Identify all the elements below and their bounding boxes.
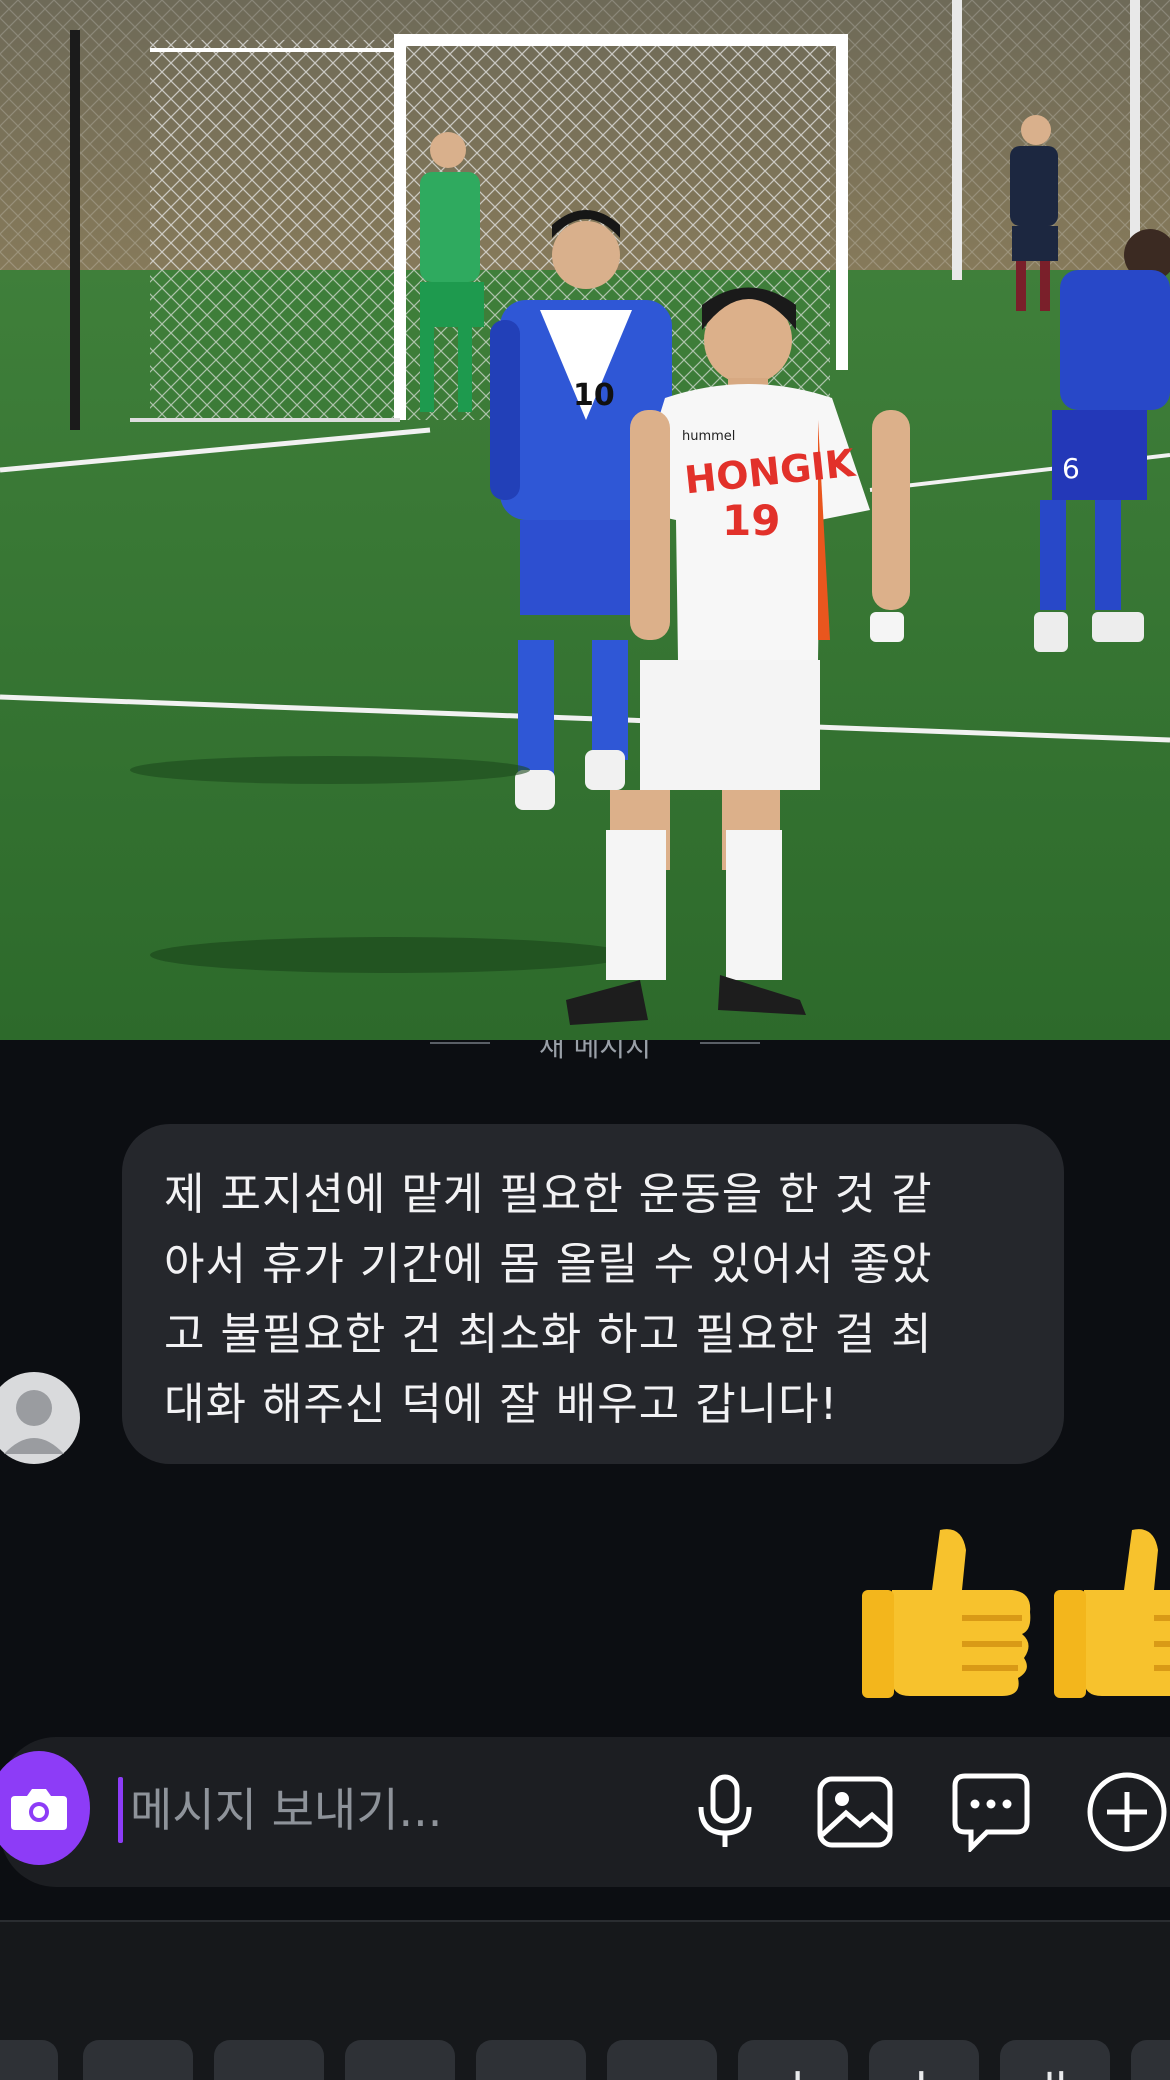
key[interactable]: ㅑ: [869, 2040, 979, 2080]
key[interactable]: ㅈ: [83, 2040, 193, 2080]
message-line: 아서 휴가 기간에 몸 올릴 수 있어서 좋았: [164, 1239, 933, 1290]
jersey-number-19: 19: [722, 496, 780, 545]
jersey-brand: hummel: [682, 429, 735, 444]
message-composer: [0, 1737, 1170, 1887]
new-message-divider: 새 메시지: [539, 1040, 651, 1063]
key[interactable]: ㅛ: [607, 2040, 717, 2080]
message-line: 제 포지션에 맡게 필요한 운동을 한 것 같: [164, 1169, 933, 1220]
football-photo: 6 10 HONGIK 19 hummel: [0, 0, 1170, 1040]
thumbs-up-icon: [1054, 1529, 1170, 1698]
jersey-number-10: 10: [573, 378, 615, 413]
key[interactable]: ㅐ: [1000, 2040, 1110, 2080]
camera-button[interactable]: [0, 1751, 90, 1865]
key[interactable]: ㅕ: [738, 2040, 848, 2080]
message-line: 대화 해주신 덕에 잘 배우고 갑니다!: [164, 1379, 839, 1430]
gallery-button[interactable]: [810, 1767, 900, 1857]
jersey-number-6: 6: [1062, 452, 1080, 485]
text-cursor: [118, 1777, 123, 1843]
message-input[interactable]: [128, 1769, 672, 1851]
microphone-icon: [698, 1774, 752, 1847]
key[interactable]: ㅅ: [476, 2040, 586, 2080]
screen: 6 10 HONGIK 19 hummel 새 메시지 제 포지션에 맡게 필요…: [0, 0, 1170, 2080]
sender-avatar[interactable]: [0, 1370, 80, 1466]
more-options-button[interactable]: [1082, 1767, 1170, 1857]
voice-message-button[interactable]: [680, 1767, 770, 1857]
message-line: 고 불필요한 건 최소화 하고 필요한 걸 최: [164, 1309, 933, 1360]
divider-line-left: [430, 1042, 490, 1044]
sticker-button[interactable]: [946, 1767, 1036, 1857]
camera-icon: [11, 1789, 67, 1830]
received-message-bubble[interactable]: 제 포지션에 맡게 필요한 운동을 한 것 같 아서 휴가 기간에 몸 올릴 수…: [122, 1124, 1064, 1464]
chat-bubble-icon: [952, 1773, 1030, 1852]
chat-thread[interactable]: 새 메시지 제 포지션에 맡게 필요한 운동을 한 것 같 아서 휴가 기간에 …: [0, 1040, 1170, 2080]
divider-line-right: [700, 1042, 760, 1044]
key[interactable]: ㅂ: [0, 2040, 58, 2080]
keyboard: ㅂ ㅈ ㄷ ㄱ ㅅ ㅛ ㅕ ㅑ ㅐ ㅔ: [0, 1920, 1170, 2080]
key[interactable]: ㅔ: [1131, 2040, 1170, 2080]
thumbs-up-icon: [862, 1529, 1031, 1698]
reaction-emoji[interactable]: [862, 1520, 1170, 1710]
shared-photo[interactable]: 6 10 HONGIK 19 hummel: [0, 0, 1170, 1040]
default-avatar-icon: [0, 1372, 80, 1464]
key[interactable]: ㄷ: [214, 2040, 324, 2080]
plus-circle-icon: [1087, 1772, 1167, 1852]
image-icon: [817, 1776, 893, 1848]
key[interactable]: ㄱ: [345, 2040, 455, 2080]
